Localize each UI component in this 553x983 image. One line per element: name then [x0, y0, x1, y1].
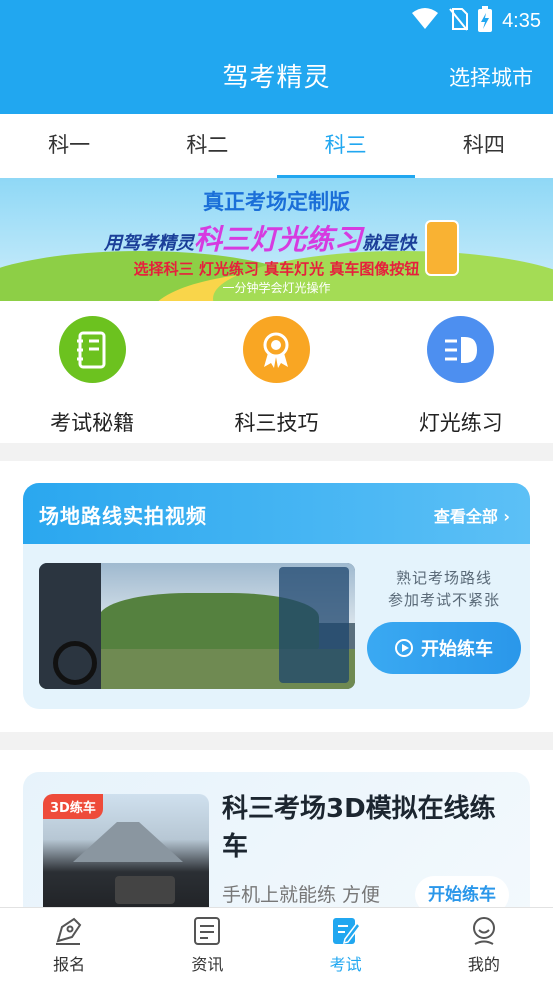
quick-action-label: 科三技巧 — [234, 411, 319, 435]
nav-label: 报名 — [53, 955, 86, 974]
nav-exam[interactable]: 考试 — [277, 908, 415, 983]
route-video-section: 场地路线实拍视频 查看全部 › 熟记考场路线 参加考试不紧张 开始练车 — [0, 461, 553, 732]
tagline-line-2: 参加考试不紧张 — [387, 591, 500, 609]
start-practice-label: 开始练车 — [421, 639, 493, 660]
tab-subject-2[interactable]: 科二 — [138, 114, 276, 178]
3d-badge: 3D练车 — [43, 794, 103, 819]
banner-slogan-highlight: 科三灯光练习 — [194, 223, 363, 256]
tagline-line-1: 熟记考场路线 — [395, 569, 492, 587]
news-icon — [194, 917, 221, 945]
steering-wheel-icon — [53, 641, 97, 685]
status-bar: 4:35 — [0, 0, 553, 38]
exam-edit-icon — [332, 918, 361, 945]
quick-action-label: 考试秘籍 — [50, 411, 135, 435]
nav-news[interactable]: 资讯 — [138, 908, 276, 983]
banner-caption: 一分钟学会灯光操作 — [222, 281, 331, 295]
sim-practice-card[interactable]: 3D练车 科三考场3D模拟在线练车 手机上就能练 方便 开始练车 — [23, 772, 530, 922]
quick-action-light-practice[interactable]: 灯光练习 — [369, 301, 553, 443]
route-video-title: 场地路线实拍视频 — [39, 504, 207, 528]
status-time: 4:35 — [502, 9, 541, 32]
tab-subject-4[interactable]: 科四 — [415, 114, 553, 178]
see-all-link[interactable]: 查看全部 › — [434, 503, 510, 527]
banner-slogan: 用驾考精灵科三灯光练习就是快 — [104, 218, 416, 258]
select-city-button[interactable]: 选择城市 — [449, 62, 533, 92]
route-video-header: 场地路线实拍视频 查看全部 › — [23, 483, 530, 544]
quick-action-skills[interactable]: 科三技巧 — [184, 301, 368, 443]
wifi-icon — [412, 8, 439, 34]
no-sim-icon — [448, 7, 469, 35]
banner-headline: 真正考场定制版 — [203, 190, 350, 214]
start-practice-button[interactable]: 开始练车 — [367, 622, 521, 674]
battery-charging-icon — [478, 6, 493, 36]
award-ribbon-icon — [242, 316, 310, 383]
notebook-icon — [58, 316, 126, 383]
sim-card-title: 科三考场3D模拟在线练车 — [222, 794, 496, 862]
pen-nib-icon — [56, 917, 82, 945]
promo-banner[interactable]: 真正考场定制版 用驾考精灵科三灯光练习就是快 选择科三 灯光练习 真车灯光 真车… — [0, 178, 553, 301]
sim-card-subtitle: 手机上就能练 方便 — [222, 884, 381, 906]
banner-slogan-suffix: 就是快 — [362, 233, 417, 254]
quick-action-label: 灯光练习 — [418, 411, 503, 435]
see-all-label: 查看全部 — [433, 507, 498, 526]
sim-practice-section: 3D练车 科三考场3D模拟在线练车 手机上就能练 方便 开始练车 — [0, 750, 553, 922]
bottom-nav: 报名 资讯 考试 我的 — [0, 907, 553, 983]
nav-profile[interactable]: 我的 — [415, 908, 553, 983]
headlight-icon — [427, 316, 495, 383]
nav-label: 考试 — [329, 955, 362, 974]
chevron-right-icon: › — [503, 507, 510, 526]
profile-icon — [472, 917, 495, 945]
subject-tabs: 科一 科二 科三 科四 — [0, 114, 553, 178]
route-video-card: 场地路线实拍视频 查看全部 › 熟记考场路线 参加考试不紧张 开始练车 — [23, 483, 530, 709]
nav-label: 资讯 — [191, 955, 224, 974]
banner-instruction: 选择科三 灯光练习 真车灯光 真车图像按钮 — [133, 260, 420, 278]
tab-subject-1[interactable]: 科一 — [0, 114, 138, 178]
quick-actions: 考试秘籍 科三技巧 灯光练习 — [0, 301, 553, 443]
nav-signup[interactable]: 报名 — [0, 908, 138, 983]
banner-slogan-prefix: 用驾考精灵 — [104, 233, 194, 254]
app-bar: 驾考精灵 选择城市 — [0, 38, 553, 114]
route-video-tagline: 熟记考场路线 参加考试不紧张 — [368, 567, 520, 611]
route-map-panel — [279, 567, 349, 683]
play-icon — [395, 639, 413, 657]
nav-label: 我的 — [467, 955, 500, 974]
tab-subject-3[interactable]: 科三 — [276, 114, 416, 178]
quick-action-exam-tips[interactable]: 考试秘籍 — [0, 301, 184, 443]
route-video-thumbnail[interactable] — [39, 563, 355, 689]
